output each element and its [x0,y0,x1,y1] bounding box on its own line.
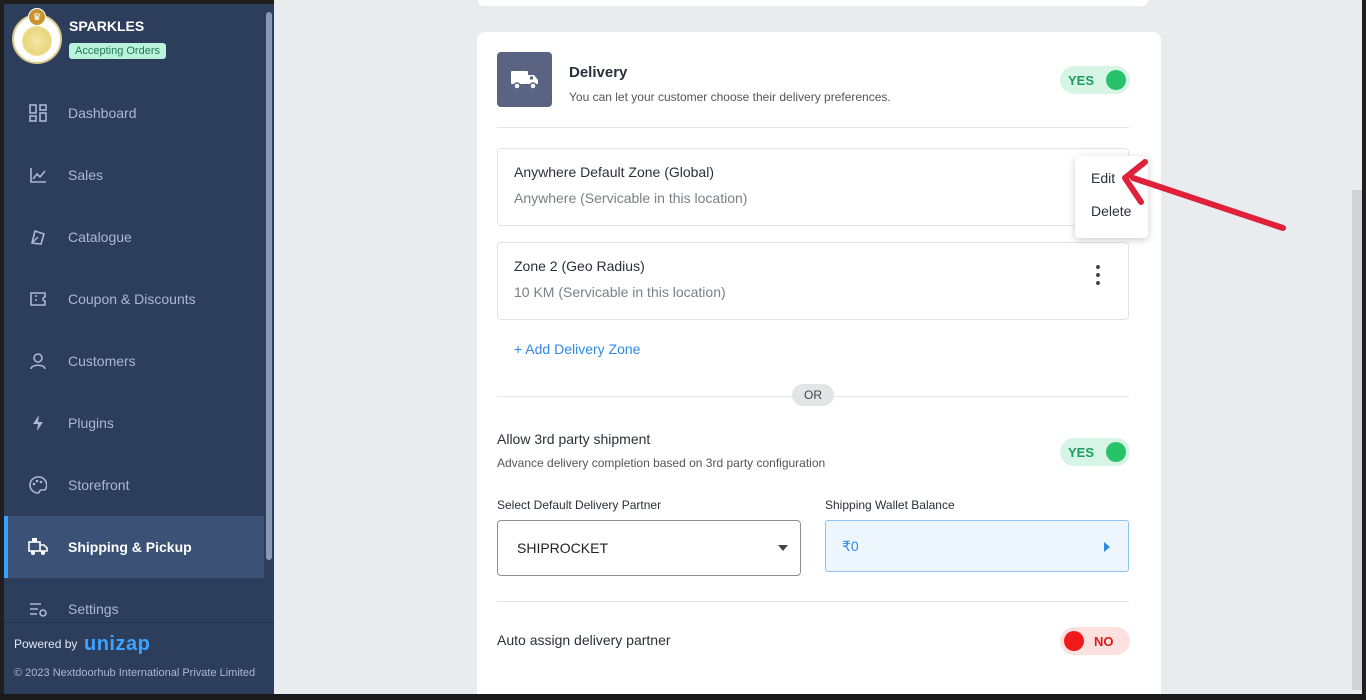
sidebar-nav: Dashboard Sales Catalogue Coupon & Disco… [4,82,264,640]
third-party-toggle[interactable]: YES [1060,438,1130,466]
crown-icon: ♛ [28,8,46,26]
sidebar-item-dashboard[interactable]: Dashboard [4,82,264,144]
toggle-label: NO [1094,633,1114,649]
delivery-title: Delivery [569,64,628,81]
partner-label: Select Default Delivery Partner [497,498,662,512]
selected-partner: SHIPROCKET [517,540,609,556]
sidebar-scrollbar[interactable] [266,12,272,560]
more-options-icon[interactable] [1090,265,1106,285]
sidebar-item-label: Customers [68,353,136,369]
sidebar-item-customers[interactable]: Customers [4,330,264,392]
sidebar-item-storefront[interactable]: Storefront [4,454,264,516]
copyright: © 2023 Nextdoorhub International Private… [14,667,256,679]
zone-subtitle: 10 KM (Servicable in this location) [514,284,726,300]
sidebar-item-label: Plugins [68,415,114,431]
main-content: Delivery You can let your customer choos… [274,0,1362,694]
ticket-icon [28,289,48,309]
bolt-icon [28,413,48,433]
sidebar-item-label: Shipping & Pickup [68,539,192,555]
divider [497,127,1129,128]
sidebar-item-label: Sales [68,167,104,183]
sidebar: ♛ SPARKLES Accepting Orders Dashboard Sa… [4,4,274,694]
store-logo [22,26,52,56]
delivery-partner-select[interactable]: SHIPROCKET [497,520,801,576]
edit-menu-item[interactable]: Edit [1091,170,1115,186]
toggle-label: YES [1068,72,1095,88]
powered-by-footer: Powered by unizap © 2023 Nextdoorhub Int… [4,622,274,694]
sidebar-item-label: Storefront [68,477,130,493]
status-badge: Accepting Orders [69,43,166,59]
sidebar-item-plugins[interactable]: Plugins [4,392,264,454]
powered-by-label: Powered by [14,637,78,651]
add-delivery-zone-link[interactable]: + Add Delivery Zone [514,341,640,357]
caret-right-icon [1104,542,1110,552]
divider [497,601,1129,602]
sidebar-item-label: Coupon & Discounts [68,291,196,307]
palette-icon [28,475,48,495]
tag-icon [28,227,48,247]
sidebar-item-shipping[interactable]: Shipping & Pickup [4,516,264,578]
annotation-arrow-icon [1122,159,1286,231]
zone-subtitle: Anywhere (Servicable in this location) [514,190,748,206]
or-separator: OR [792,384,834,406]
zone-title: Zone 2 (Geo Radius) [514,258,645,274]
window-bottom-edge [0,694,1366,700]
zone-card-global[interactable]: Anywhere Default Zone (Global) Anywhere … [497,148,1129,226]
store-brand[interactable]: ♛ SPARKLES Accepting Orders [12,8,262,72]
zone-title: Anywhere Default Zone (Global) [514,164,714,180]
wallet-label: Shipping Wallet Balance [825,498,955,512]
delivery-subtitle: You can let your customer choose their d… [569,90,891,104]
settings-icon [28,599,48,619]
truck-icon [497,52,552,107]
shipping-wallet-balance[interactable]: ₹0 [825,520,1129,572]
zone-card-geo-radius[interactable]: Zone 2 (Geo Radius) 10 KM (Servicable in… [497,242,1129,320]
sidebar-item-sales[interactable]: Sales [4,144,264,206]
sidebar-item-catalogue[interactable]: Catalogue [4,206,264,268]
previous-card-edge [478,0,1148,6]
wallet-amount: ₹0 [842,538,859,554]
toggle-knob [1106,70,1126,90]
auto-assign-toggle[interactable]: NO [1060,627,1130,655]
toggle-knob [1106,442,1126,462]
unizap-logo: unizap [84,633,151,655]
sidebar-item-label: Settings [68,601,119,617]
chart-line-icon [28,165,48,185]
sidebar-item-label: Dashboard [68,105,137,121]
delivery-card: Delivery You can let your customer choos… [477,32,1161,694]
toggle-label: YES [1068,444,1095,460]
sidebar-item-coupons[interactable]: Coupon & Discounts [4,268,264,330]
dashboard-icon [28,103,48,123]
toggle-knob [1064,631,1084,651]
store-name: SPARKLES [69,18,145,34]
sidebar-item-label: Catalogue [68,229,132,245]
third-party-title: Allow 3rd party shipment [497,431,651,447]
user-icon [28,351,48,371]
third-party-subtitle: Advance delivery completion based on 3rd… [497,456,826,470]
delivery-toggle[interactable]: YES [1060,66,1130,94]
caret-down-icon [778,545,788,551]
auto-assign-title: Auto assign delivery partner [497,632,671,648]
delivery-icon [28,537,48,557]
main-scrollbar[interactable] [1352,190,1362,690]
